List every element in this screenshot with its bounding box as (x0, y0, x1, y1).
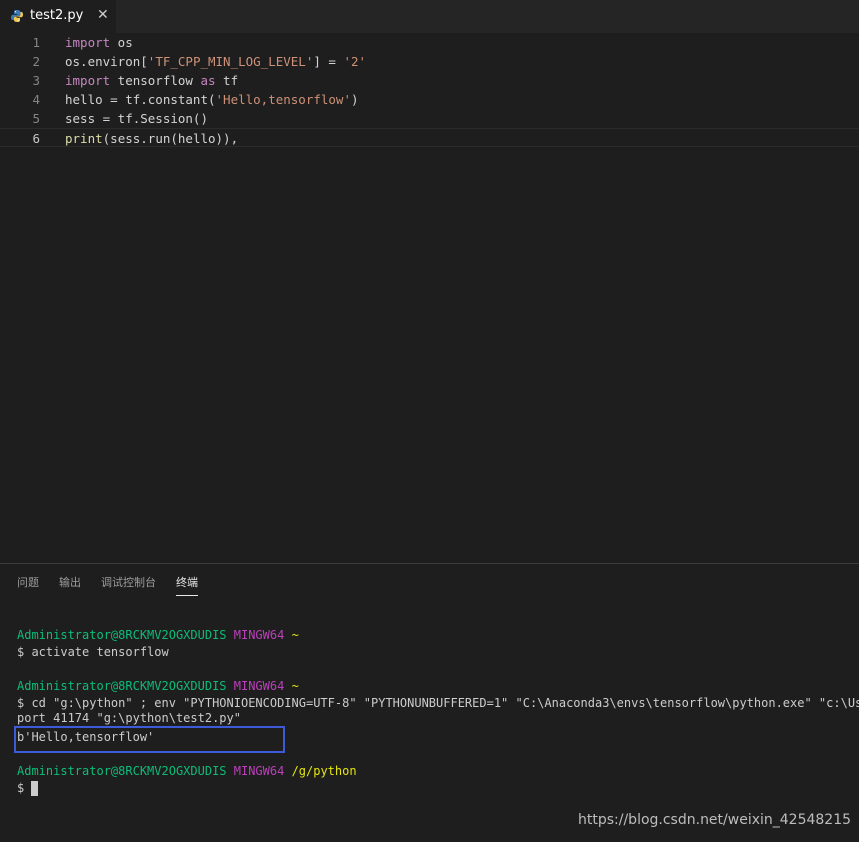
line-number: 3 (32, 73, 40, 88)
code-token: (sess.run(hello)), (102, 131, 239, 146)
line-number: 2 (32, 54, 40, 69)
code-line[interactable]: 1 import os (0, 33, 859, 52)
tab-output[interactable]: 输出 (59, 574, 81, 590)
code-line[interactable]: 2 os.environ['TF_CPP_MIN_LOG_LEVEL'] = '2… (0, 52, 859, 71)
user-host: Administrator@8RCKMV2OGXDUDIS (17, 764, 227, 778)
terminal-prompt-line: Administrator@8RCKMV2OGXDUDIS MINGW64 ~ (17, 627, 299, 644)
tab-debug-console[interactable]: 调试控制台 (101, 574, 156, 590)
code-token: as (200, 73, 216, 88)
editor-tab-bar: test2.py ✕ (0, 0, 859, 33)
code-editor[interactable]: 1 import os 2 os.environ['TF_CPP_MIN_LOG_LE… (0, 33, 859, 563)
line-number: 4 (32, 92, 40, 107)
code-line[interactable]: 3 import tensorflow as tf (0, 71, 859, 90)
code-token: 'Hello,tensorflow' (215, 92, 351, 107)
code-token: tf (215, 73, 239, 88)
code-token: hello = tf.constant( (65, 92, 216, 107)
close-icon[interactable]: ✕ (97, 7, 109, 23)
line-number: 5 (32, 111, 40, 126)
code-text: print(sess.run(hello)), (65, 129, 238, 148)
tab-test2-py[interactable]: test2.py ✕ (0, 0, 116, 33)
cwd: /g/python (291, 764, 357, 778)
shell-name: MINGW64 (233, 628, 285, 642)
terminal-command: $ activate tensorflow (17, 645, 169, 659)
output-highlight-box (14, 726, 285, 753)
terminal-prompt-line: Administrator@8RCKMV2OGXDUDIS MINGW64 /g… (17, 763, 357, 780)
code-token: os.environ[ (65, 54, 148, 69)
code-text: sess = tf.Session() (65, 109, 208, 128)
code-token: import (65, 35, 111, 50)
watermark: https://blog.csdn.net/weixin_42548215 (578, 812, 852, 828)
line-number: 1 (32, 35, 40, 50)
code-text: os.environ['TF_CPP_MIN_LOG_LEVEL'] = '2' (65, 52, 366, 71)
code-line[interactable]: 5 sess = tf.Session() (0, 109, 859, 128)
tab-problems[interactable]: 问题 (17, 574, 39, 590)
terminal-command-wrap: port 41174 "g:\python\test2.py" (17, 711, 241, 725)
shell-name: MINGW64 (233, 679, 285, 693)
cwd: ~ (291, 679, 299, 693)
code-line[interactable]: 4 hello = tf.constant('Hello,tensorflow') (0, 90, 859, 109)
user-host: Administrator@8RCKMV2OGXDUDIS (17, 679, 227, 693)
terminal-prompt: $ (17, 781, 25, 795)
tab-filename: test2.py (30, 8, 84, 23)
python-file-icon (11, 10, 23, 22)
code-text: hello = tf.constant('Hello,tensorflow') (65, 90, 359, 109)
code-token: os (110, 35, 133, 50)
cwd: ~ (291, 628, 299, 642)
code-line[interactable]: 6 print(sess.run(hello)), (0, 128, 859, 147)
code-token: sess = tf.Session() (65, 111, 208, 126)
code-token: print (65, 131, 103, 146)
shell-name: MINGW64 (233, 764, 285, 778)
line-number: 6 (32, 131, 40, 146)
code-text: import os (65, 33, 133, 52)
code-token: import (65, 73, 111, 88)
code-token: tensorflow (110, 73, 201, 88)
user-host: Administrator@8RCKMV2OGXDUDIS (17, 628, 227, 642)
terminal-cursor (31, 781, 38, 796)
code-token: ) (350, 92, 359, 107)
code-token: ] = (313, 54, 344, 69)
code-token: 'TF_CPP_MIN_LOG_LEVEL' (147, 54, 314, 69)
terminal-prompt-line: Administrator@8RCKMV2OGXDUDIS MINGW64 ~ (17, 678, 299, 695)
code-token: '2' (343, 54, 367, 69)
code-text: import tensorflow as tf (65, 71, 238, 90)
tab-terminal[interactable]: 终端 (176, 574, 198, 596)
